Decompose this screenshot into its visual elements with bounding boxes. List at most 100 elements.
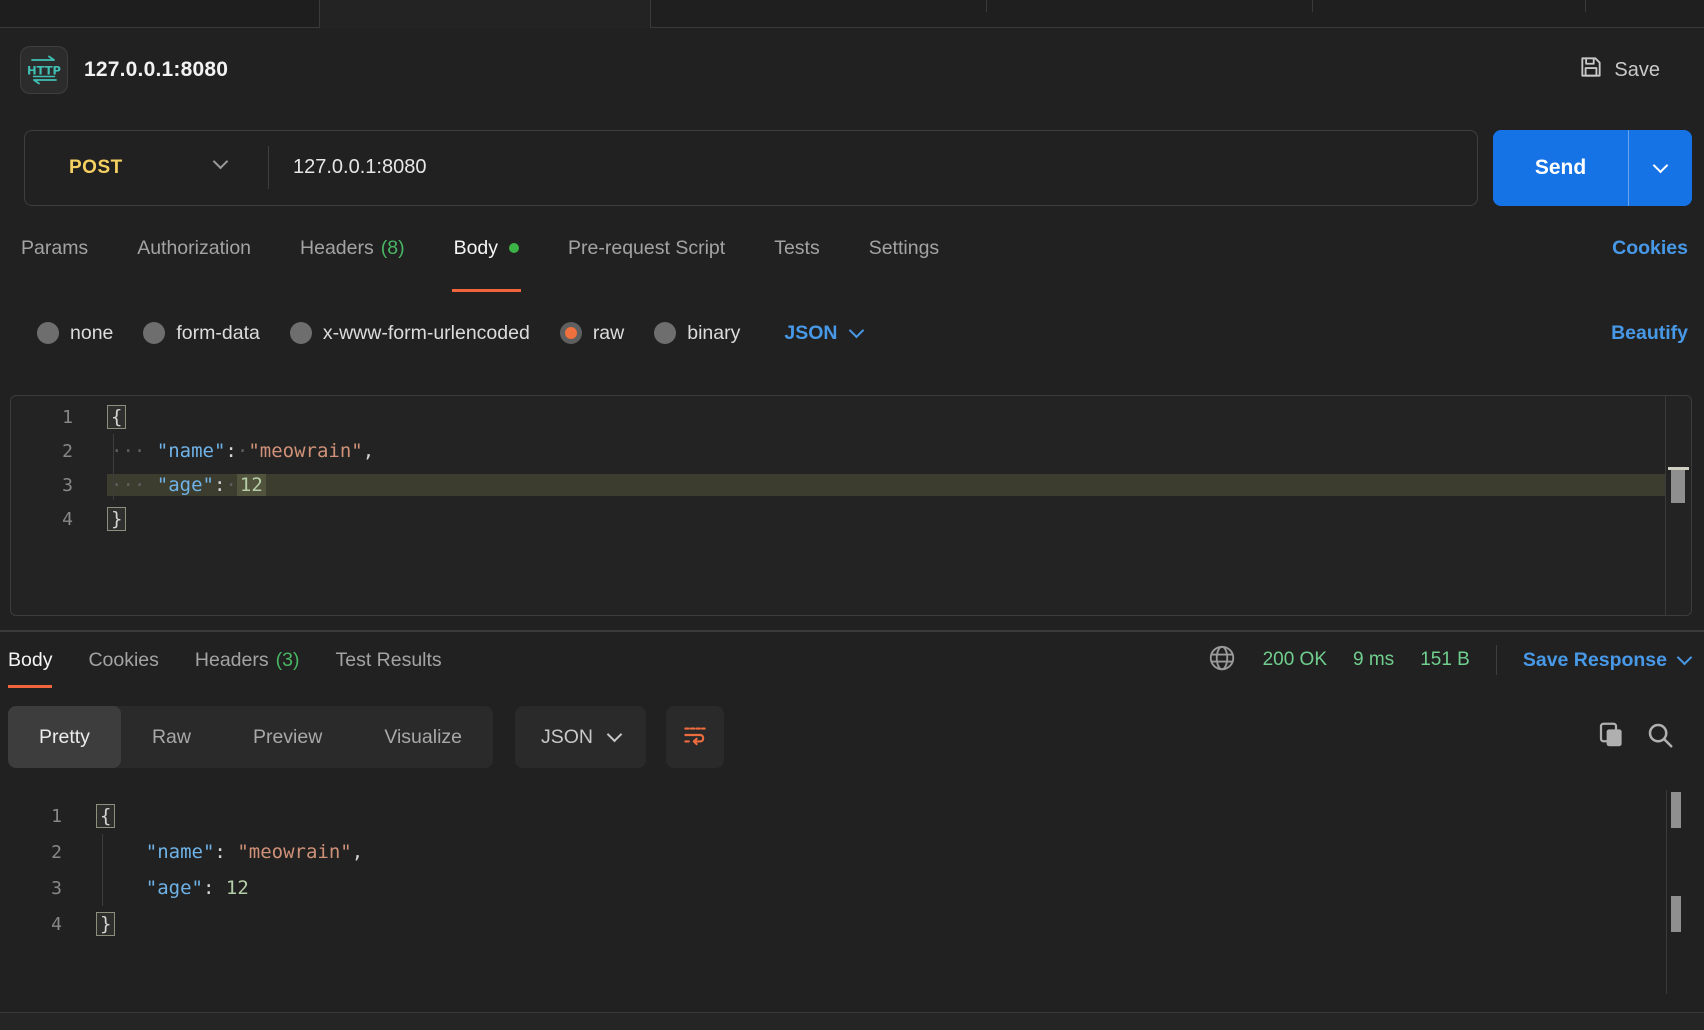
response-language-dropdown[interactable]: JSON (515, 706, 646, 768)
response-tab-body[interactable]: Body (8, 632, 52, 688)
workspace-tab[interactable] (0, 0, 320, 28)
workspace-tab-area[interactable] (650, 0, 1704, 28)
tab-label: Cookies (88, 649, 158, 672)
request-body-editor[interactable]: 1{2··· "name":·"meowrain",3··· "age":·12… (10, 395, 1692, 616)
mode-form-data[interactable]: form-data (143, 322, 259, 345)
request-code-area: 1{2··· "name":·"meowrain",3··· "age":·12… (11, 400, 1665, 536)
response-size: 151 B (1420, 649, 1470, 671)
code-token: : (225, 440, 236, 462)
wrap-lines-button[interactable] (666, 706, 724, 768)
chevron-down-icon (849, 322, 865, 338)
radio-icon[interactable] (290, 322, 312, 344)
chevron-down-icon[interactable] (213, 154, 229, 170)
view-raw[interactable]: Raw (121, 706, 222, 768)
view-preview[interactable]: Preview (222, 706, 353, 768)
divider (268, 146, 269, 189)
save-response-button[interactable]: Save Response (1523, 649, 1690, 672)
tab-headers[interactable]: Headers(8) (300, 222, 405, 292)
tab-separator (1312, 0, 1313, 12)
send-options-button[interactable] (1628, 130, 1692, 206)
body-filled-dot (509, 243, 519, 253)
workspace-tab-active[interactable] (320, 0, 650, 28)
workspace-tab-strip (0, 0, 1704, 28)
view-segmented-control: Pretty Raw Preview Visualize (8, 706, 493, 768)
radio-icon[interactable] (143, 322, 165, 344)
code-token: "name" (157, 440, 226, 462)
line-number: 2 (11, 441, 73, 462)
mode-raw[interactable]: raw (560, 322, 624, 345)
tab-settings[interactable]: Settings (869, 222, 939, 292)
code-line: 1{ (11, 400, 1665, 434)
tab-authorization[interactable]: Authorization (137, 222, 251, 292)
cookies-link[interactable]: Cookies (1612, 222, 1688, 292)
tab-tests[interactable]: Tests (774, 222, 820, 292)
radio-icon[interactable] (654, 322, 676, 344)
search-icon[interactable] (1645, 720, 1675, 755)
code-token: : (214, 474, 225, 496)
save-button[interactable]: Save (1578, 40, 1660, 100)
radio-icon[interactable] (37, 322, 59, 344)
radio-selected-icon[interactable] (560, 322, 582, 344)
code-token: 12 (226, 877, 249, 899)
code-token: { (107, 405, 126, 429)
status-badge: 200 OK (1263, 649, 1327, 671)
indent-guide (113, 434, 114, 500)
response-body-viewer[interactable]: 1{2 "name": "meowrain",3 "age": 124} (0, 790, 1704, 994)
globe-icon[interactable] (1207, 643, 1237, 678)
line-number: 2 (0, 842, 62, 863)
response-tab-cookies[interactable]: Cookies (88, 632, 158, 688)
response-code-area: 1{2 "name": "meowrain",3 "age": 124} (0, 798, 1666, 942)
mode-none[interactable]: none (37, 322, 113, 345)
svg-text:HTTP: HTTP (27, 64, 61, 78)
response-actions (1596, 706, 1675, 768)
tab-pre-request-script[interactable]: Pre-request Script (568, 222, 725, 292)
headers-count-badge: (3) (276, 649, 300, 672)
language-label: JSON (541, 726, 593, 749)
send-button[interactable]: Send (1493, 130, 1628, 206)
code-token: { (96, 804, 115, 828)
code-line-text: ··· "name":·"meowrain", (107, 440, 1665, 462)
save-response-label: Save Response (1523, 649, 1667, 672)
body-mode-bar: none form-data x-www-form-urlencoded raw… (0, 303, 1704, 363)
tab-params[interactable]: Params (21, 222, 88, 292)
tab-body[interactable]: Body (454, 222, 519, 292)
response-tab-headers[interactable]: Headers(3) (195, 632, 300, 688)
copy-icon[interactable] (1596, 720, 1626, 755)
line-number: 4 (0, 914, 62, 935)
code-token: ··· (111, 440, 157, 462)
save-icon (1578, 54, 1604, 86)
line-number: 3 (0, 878, 62, 899)
scroll-marker[interactable] (1671, 896, 1681, 932)
code-line: 2 ··· "name":·"meowrain", (11, 434, 1665, 468)
request-language-dropdown[interactable]: JSON (784, 322, 862, 345)
view-pretty[interactable]: Pretty (8, 706, 121, 768)
line-number: 1 (11, 407, 73, 428)
code-token: : (214, 841, 225, 863)
code-token: "age" (157, 474, 214, 496)
scroll-marker[interactable] (1671, 792, 1681, 828)
request-title: 127.0.0.1:8080 (84, 58, 228, 82)
code-token: , (352, 841, 363, 863)
beautify-link[interactable]: Beautify (1611, 303, 1688, 363)
language-label: JSON (784, 322, 837, 345)
url-bar: POST 127.0.0.1:8080 (24, 130, 1478, 206)
code-token: "name" (146, 841, 215, 863)
response-tab-test-results[interactable]: Test Results (335, 632, 441, 688)
code-token: "meowrain" (248, 440, 362, 462)
tab-label: Params (21, 237, 88, 260)
tab-separator (1585, 0, 1586, 12)
scrollbar-handle[interactable] (1671, 470, 1685, 503)
editor-overview-ruler (1665, 396, 1691, 615)
radio-label: binary (687, 322, 740, 345)
method-label: POST (69, 157, 123, 179)
mode-x-www-form-urlencoded[interactable]: x-www-form-urlencoded (290, 322, 530, 345)
url-input[interactable]: 127.0.0.1:8080 (293, 131, 426, 204)
mode-binary[interactable]: binary (654, 322, 740, 345)
wrap-lines-icon (680, 720, 710, 755)
method-selector[interactable]: POST (69, 131, 123, 204)
code-token (214, 877, 225, 899)
view-visualize[interactable]: Visualize (353, 706, 493, 768)
code-token: : (203, 877, 214, 899)
response-meta: 200 OK 9 ms 151 B Save Response (1207, 632, 1690, 688)
tab-label: Body (454, 237, 498, 260)
